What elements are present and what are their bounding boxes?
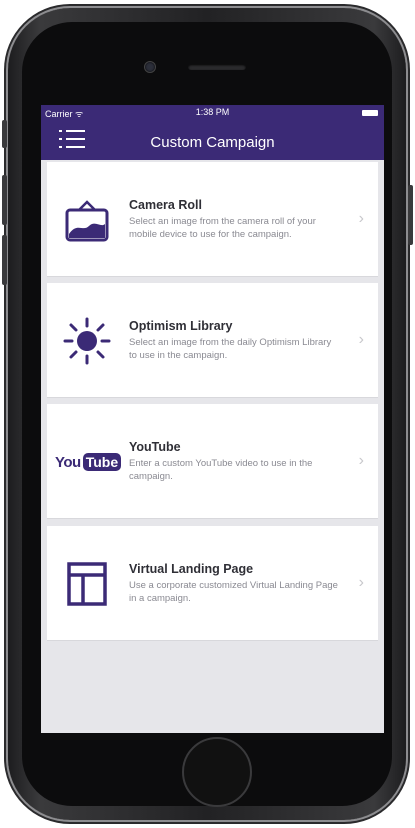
status-time: 1:38 PM [195, 107, 230, 117]
earpiece-speaker [188, 64, 246, 70]
option-title: Optimism Library [129, 319, 233, 333]
youtube-logo: You Tube [55, 450, 122, 474]
option-description: Select an image from the daily Optimism … [129, 337, 332, 361]
battery-icon [362, 110, 378, 116]
chevron-right-icon: › [358, 452, 364, 469]
power-button [408, 185, 413, 245]
option-description: Select an image from the camera roll of … [129, 216, 316, 240]
option-title: Virtual Landing Page [129, 562, 254, 576]
front-camera [145, 62, 155, 72]
sun-icon [63, 317, 111, 365]
option-virtual-landing-page[interactable]: Virtual Landing Page Use a corporate cus… [47, 526, 378, 641]
youtube-logo-you: You [55, 453, 81, 471]
option-youtube[interactable]: You Tube YouTube Enter a custom YouTube … [47, 404, 378, 519]
option-description: Use a corporate customized Virtual Landi… [129, 580, 338, 604]
chevron-right-icon: › [358, 331, 364, 348]
option-camera-roll[interactable]: Camera Roll Select an image from the cam… [47, 162, 378, 277]
landing-page-icon [67, 562, 107, 606]
option-title: Camera Roll [129, 198, 202, 212]
option-title: YouTube [129, 440, 181, 454]
mute-switch [2, 120, 7, 148]
chevron-right-icon: › [358, 574, 364, 591]
app-screen: Carrier ᯤ 1:38 PM Custom Campaign Camera… [41, 105, 384, 733]
home-button[interactable] [182, 737, 252, 807]
camera-roll-icon [65, 200, 109, 242]
youtube-logo-tube: Tube [82, 453, 122, 471]
status-bar: Carrier ᯤ 1:38 PM [41, 106, 384, 120]
option-description: Enter a custom YouTube video to use in t… [129, 458, 313, 482]
volume-up-button [2, 175, 7, 225]
volume-down-button [2, 235, 7, 285]
navigation-bar: Carrier ᯤ 1:38 PM Custom Campaign [41, 105, 384, 160]
chevron-right-icon: › [358, 210, 364, 227]
page-title: Custom Campaign [150, 134, 275, 151]
option-optimism-library[interactable]: Optimism Library Select an image from th… [47, 283, 378, 398]
